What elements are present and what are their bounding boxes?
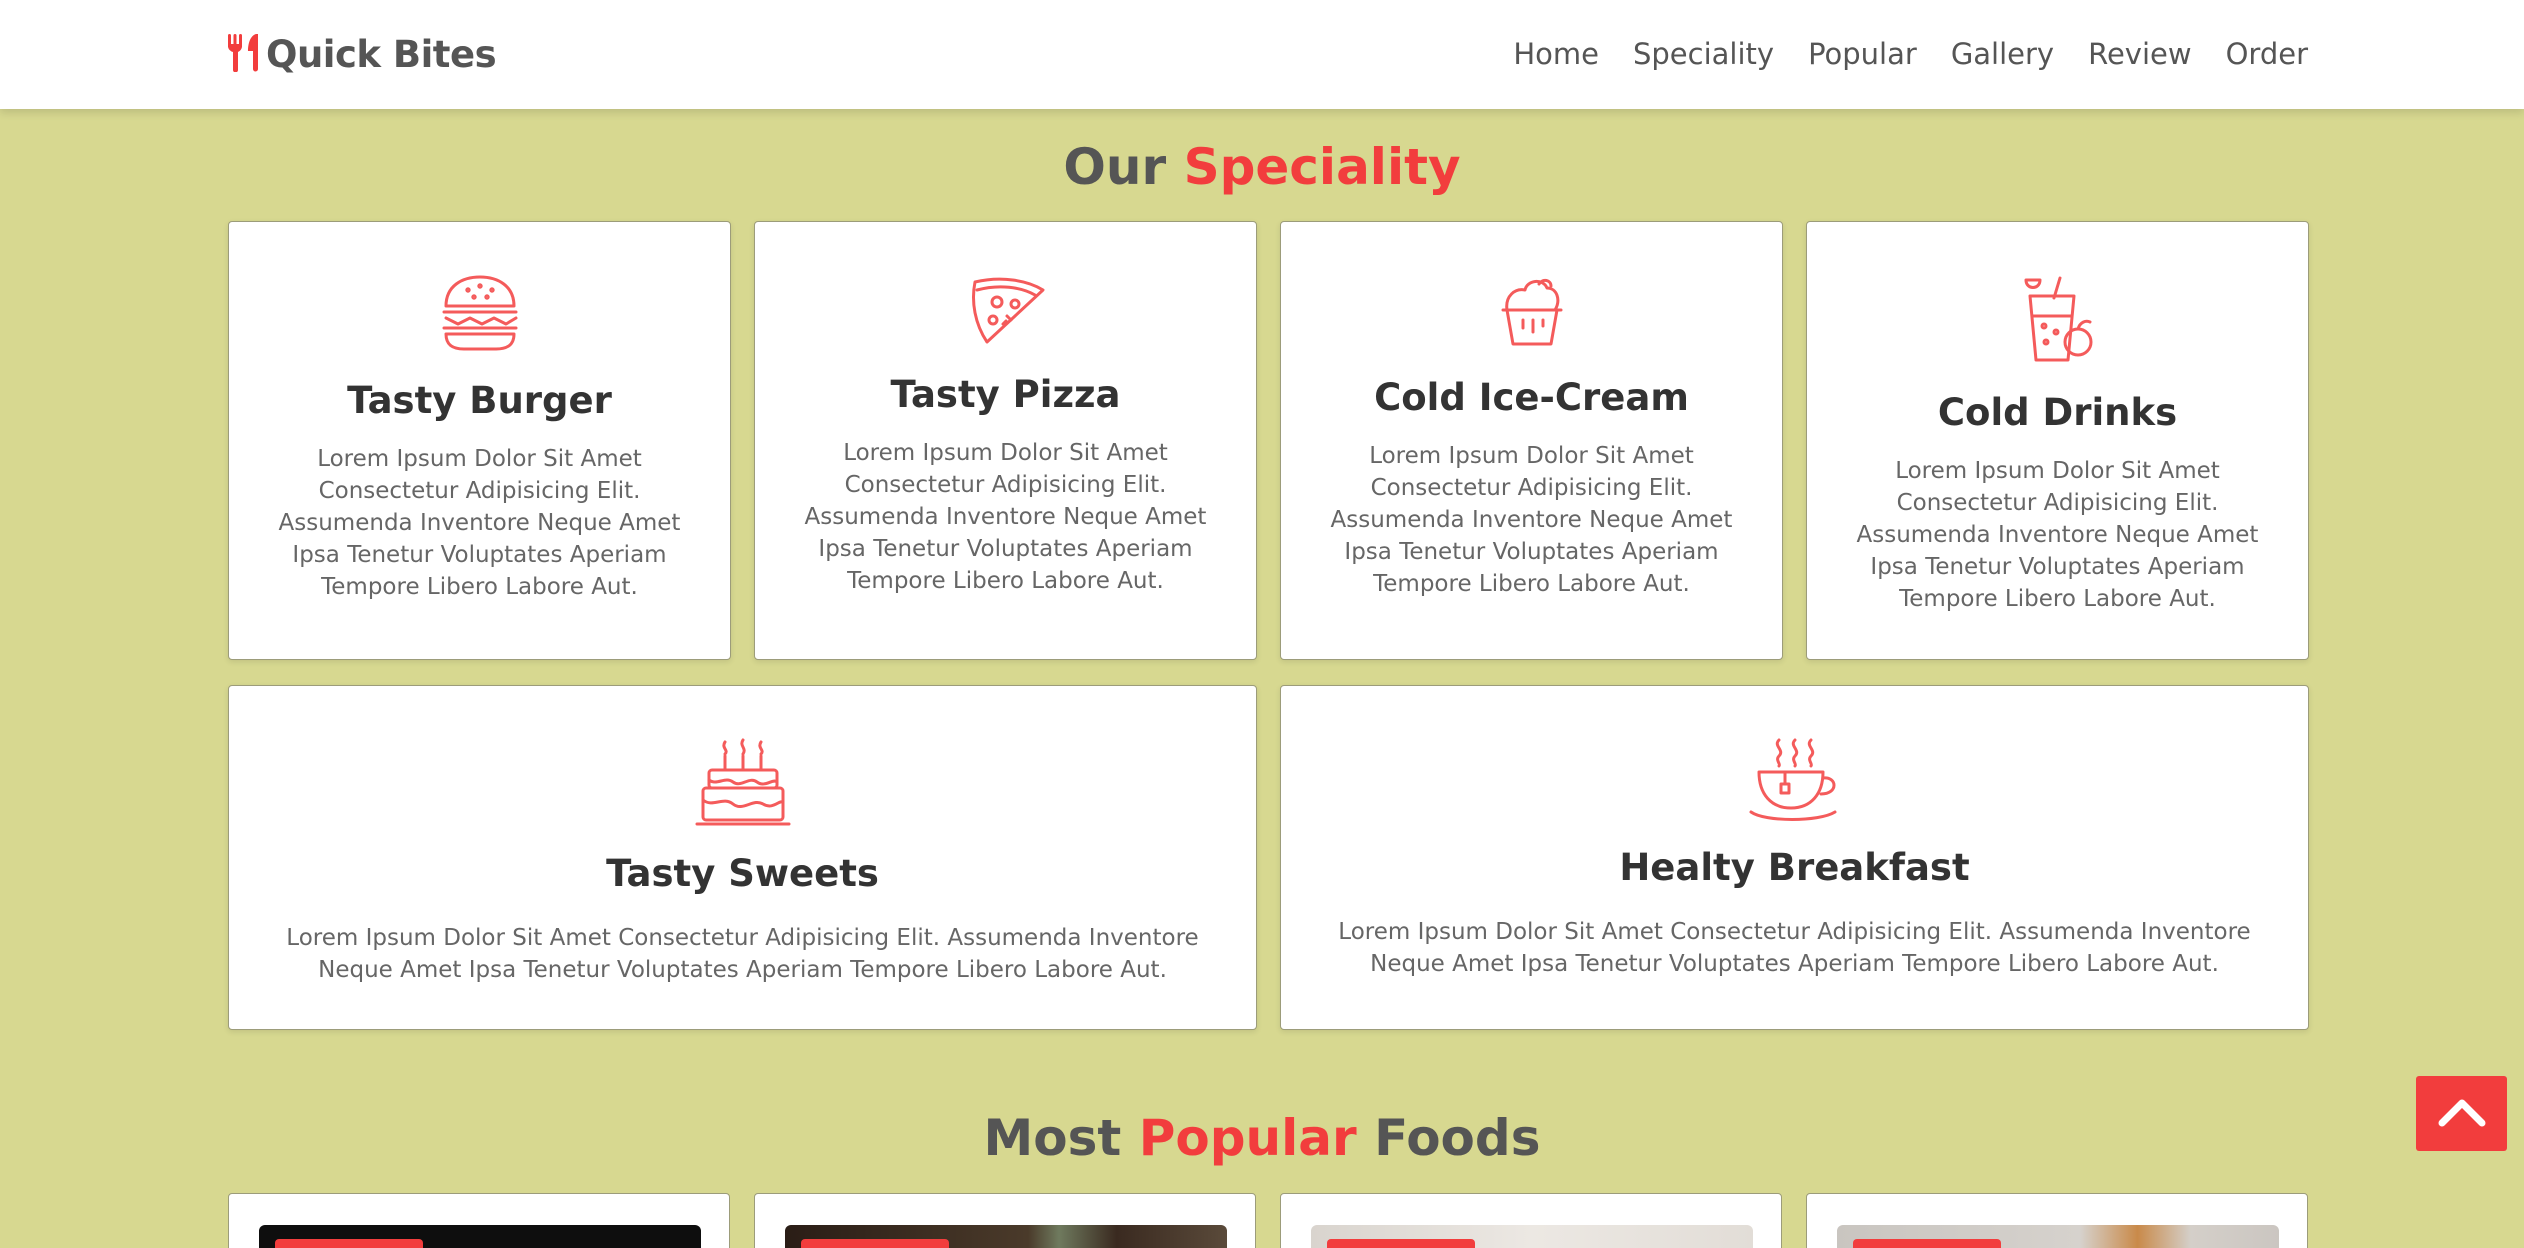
main-nav: Home Speciality Popular Gallery Review O… — [1513, 28, 2308, 80]
card-text: Lorem Ipsum Dolor Sit Amet Consectetur A… — [1856, 458, 2259, 612]
chevron-up-icon — [2438, 1097, 2486, 1131]
popular-card — [228, 1193, 730, 1248]
popular-card — [1280, 1193, 1782, 1248]
speciality-title-accent: Speciality — [1183, 138, 1461, 196]
ice-cream-icon — [1499, 274, 1565, 352]
price-badge — [1853, 1239, 2001, 1248]
drink-icon — [2018, 276, 2098, 368]
card-title: Tasty Sweets — [606, 852, 879, 895]
nav-speciality[interactable]: Speciality — [1633, 37, 1774, 71]
food-image — [1311, 1225, 1753, 1248]
nav-gallery[interactable]: Gallery — [1951, 37, 2054, 71]
nav-order[interactable]: Order — [2226, 37, 2308, 71]
speciality-title: Our Speciality — [0, 138, 2524, 196]
utensils-icon — [226, 32, 262, 76]
speciality-card-drinks: Cold Drinks Lorem Ipsum Dolor Sit Amet C… — [1806, 221, 2309, 660]
card-text: Lorem Ipsum Dolor Sit Amet Consectetur A… — [278, 446, 681, 600]
price-badge — [801, 1239, 949, 1248]
price-badge — [1327, 1239, 1475, 1248]
card-title: Tasty Burger — [347, 379, 612, 422]
popular-title: Most Popular Foods — [0, 1109, 2524, 1167]
speciality-card-breakfast: Healty Breakfast Lorem Ipsum Dolor Sit A… — [1280, 685, 2309, 1030]
nav-popular[interactable]: Popular — [1808, 37, 1917, 71]
popular-title-accent: Popular — [1138, 1109, 1357, 1167]
burger-icon — [440, 274, 520, 356]
scroll-top-button[interactable] — [2416, 1076, 2507, 1151]
card-text: Lorem Ipsum Dolor Sit Amet Consectetur A… — [1330, 443, 1733, 597]
nav-review[interactable]: Review — [2088, 37, 2191, 71]
food-image — [259, 1225, 701, 1248]
speciality-card-ice-cream: Cold Ice-Cream Lorem Ipsum Dolor Sit Ame… — [1280, 221, 1783, 660]
popular-card — [754, 1193, 1256, 1248]
cake-icon — [695, 738, 791, 832]
card-text: Lorem Ipsum Dolor Sit Amet Consectetur A… — [1338, 919, 2251, 977]
speciality-card-sweets: Tasty Sweets Lorem Ipsum Dolor Sit Amet … — [228, 685, 1257, 1030]
card-text: Lorem Ipsum Dolor Sit Amet Consectetur A… — [286, 925, 1199, 983]
site-header: Quick Bites Home Speciality Popular Gall… — [0, 0, 2524, 109]
food-image — [1837, 1225, 2279, 1248]
speciality-card-burger: Tasty Burger Lorem Ipsum Dolor Sit Amet … — [228, 221, 731, 660]
card-title: Cold Drinks — [1937, 391, 2178, 434]
food-image — [785, 1225, 1227, 1248]
logo-text: Quick Bites — [266, 32, 497, 76]
logo-link[interactable]: Quick Bites — [226, 28, 497, 80]
price-badge — [275, 1239, 423, 1248]
speciality-title-part1: Our — [1063, 138, 1167, 196]
nav-home[interactable]: Home — [1513, 37, 1599, 71]
pizza-icon — [965, 274, 1047, 350]
card-title: Cold Ice-Cream — [1374, 376, 1689, 419]
speciality-card-pizza: Tasty Pizza Lorem Ipsum Dolor Sit Amet C… — [754, 221, 1257, 660]
tea-cup-icon — [1749, 738, 1841, 826]
popular-title-part2: Foods — [1374, 1109, 1541, 1167]
popular-title-part1: Most — [983, 1109, 1122, 1167]
card-title: Healty Breakfast — [1619, 846, 1970, 889]
card-title: Tasty Pizza — [890, 373, 1121, 416]
card-text: Lorem Ipsum Dolor Sit Amet Consectetur A… — [804, 440, 1207, 594]
popular-card — [1806, 1193, 2308, 1248]
